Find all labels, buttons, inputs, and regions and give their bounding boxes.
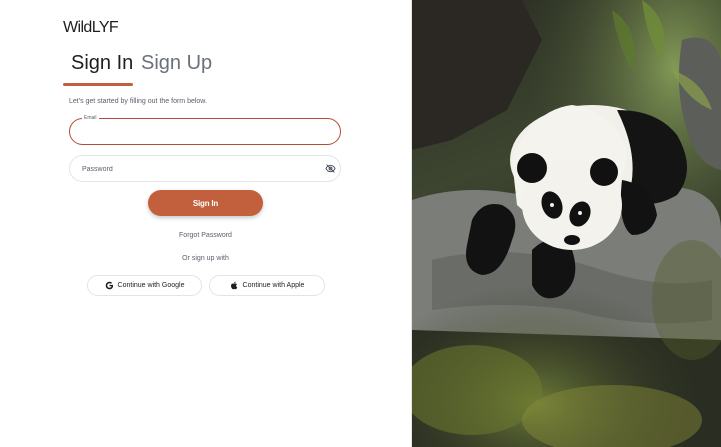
brand-logo: WildLYF — [63, 19, 119, 36]
eye-off-icon[interactable] — [325, 163, 336, 174]
sign-in-button[interactable]: Sign In — [148, 190, 263, 216]
tab-sign-in[interactable]: Sign In — [71, 52, 133, 75]
forgot-password-link[interactable]: Forgot Password — [0, 232, 411, 239]
password-input[interactable] — [82, 162, 312, 176]
active-tab-indicator — [63, 83, 133, 86]
auth-panel: WildLYF Sign In Sign Up Let's get starte… — [0, 0, 412, 447]
panda-illustration — [412, 0, 721, 447]
continue-with-google-button[interactable]: Continue with Google — [87, 275, 202, 296]
google-icon — [105, 281, 113, 290]
google-button-label: Continue with Google — [117, 282, 185, 289]
form-subtitle: Let's get started by filling out the for… — [69, 98, 207, 105]
email-label: Email — [82, 114, 99, 122]
social-divider-text: Or sign up with — [182, 255, 229, 262]
tab-sign-up[interactable]: Sign Up — [141, 52, 212, 75]
continue-with-apple-button[interactable]: Continue with Apple — [209, 275, 325, 296]
hero-image — [412, 0, 721, 447]
apple-icon — [230, 281, 237, 290]
password-field[interactable] — [69, 155, 341, 182]
apple-button-label: Continue with Apple — [242, 282, 305, 289]
email-field[interactable]: Email — [69, 114, 341, 145]
email-input[interactable] — [82, 125, 312, 139]
